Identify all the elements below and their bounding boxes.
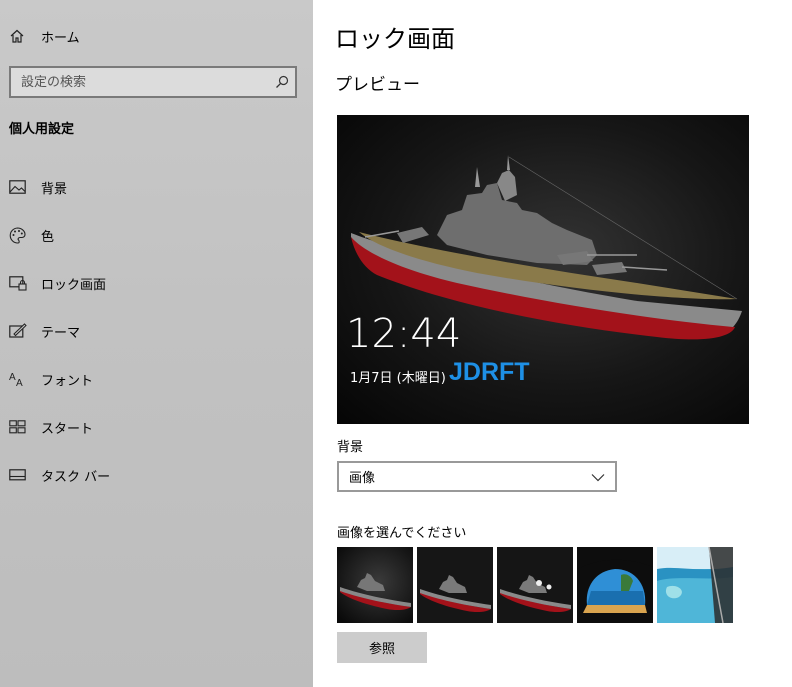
- section-title: 個人用設定: [9, 122, 75, 137]
- sidebar-item-label: 背景: [41, 181, 68, 197]
- main-content: ロック画面 プレビュー 12:44 1月7日 (木曜日) JDRFT 背景 画像…: [313, 0, 792, 687]
- sidebar-item-label: ロック画面: [41, 277, 107, 293]
- thumbnail-battleship-3[interactable]: [497, 547, 573, 623]
- sidebar-item-label: フォント: [41, 373, 94, 389]
- lock-screen-icon: [9, 273, 29, 293]
- image-icon: [9, 177, 29, 197]
- home-link[interactable]: ホーム: [9, 25, 80, 47]
- theme-icon: [9, 321, 29, 341]
- lock-brand-text: JDRFT: [449, 358, 530, 386]
- background-dropdown-value: 画像: [349, 471, 376, 486]
- sidebar: ホーム 個人用設定 背景 色 ロック画面 テーマ AA フ: [0, 0, 313, 687]
- browse-button[interactable]: 参照: [337, 632, 427, 663]
- home-label: ホーム: [41, 30, 80, 46]
- thumbnail-battleship-2[interactable]: [417, 547, 493, 623]
- home-icon: [9, 28, 29, 44]
- choose-image-label: 画像を選んでください: [337, 526, 467, 541]
- search-box[interactable]: [9, 66, 297, 98]
- thumbnail-battleship-1[interactable]: [337, 547, 413, 623]
- chevron-down-icon: [591, 467, 605, 486]
- sidebar-item-label: テーマ: [41, 325, 81, 341]
- search-icon[interactable]: [269, 75, 295, 89]
- thumbnail-beach-cave[interactable]: [577, 547, 653, 623]
- sidebar-item-color[interactable]: 色: [9, 223, 54, 247]
- sidebar-item-start[interactable]: スタート: [9, 415, 93, 439]
- lock-screen-preview: 12:44 1月7日 (木曜日) JDRFT: [337, 115, 749, 424]
- start-icon: [9, 417, 29, 437]
- lock-date: 1月7日 (木曜日): [350, 371, 446, 386]
- sidebar-item-font[interactable]: AA フォント: [9, 367, 93, 391]
- font-icon: AA: [9, 369, 29, 389]
- preview-heading: プレビュー: [335, 75, 420, 95]
- image-thumbnails: [337, 547, 733, 623]
- page-title: ロック画面: [335, 25, 455, 53]
- lock-clock: 12:44: [346, 311, 462, 357]
- sidebar-item-lock-screen[interactable]: ロック画面: [9, 271, 106, 295]
- sidebar-item-label: タスク バー: [41, 469, 111, 485]
- sidebar-item-background[interactable]: 背景: [9, 175, 67, 199]
- background-dropdown[interactable]: 画像: [337, 461, 617, 492]
- svg-text:A: A: [16, 378, 23, 387]
- sidebar-item-taskbar[interactable]: タスク バー: [9, 463, 110, 487]
- palette-icon: [9, 225, 29, 245]
- background-label: 背景: [337, 440, 364, 455]
- search-input[interactable]: [11, 74, 269, 90]
- taskbar-icon: [9, 465, 29, 485]
- svg-text:A: A: [9, 372, 16, 383]
- sidebar-item-theme[interactable]: テーマ: [9, 319, 80, 343]
- thumbnail-aerial-coast[interactable]: [657, 547, 733, 623]
- sidebar-item-label: スタート: [41, 421, 94, 437]
- sidebar-item-label: 色: [41, 229, 55, 245]
